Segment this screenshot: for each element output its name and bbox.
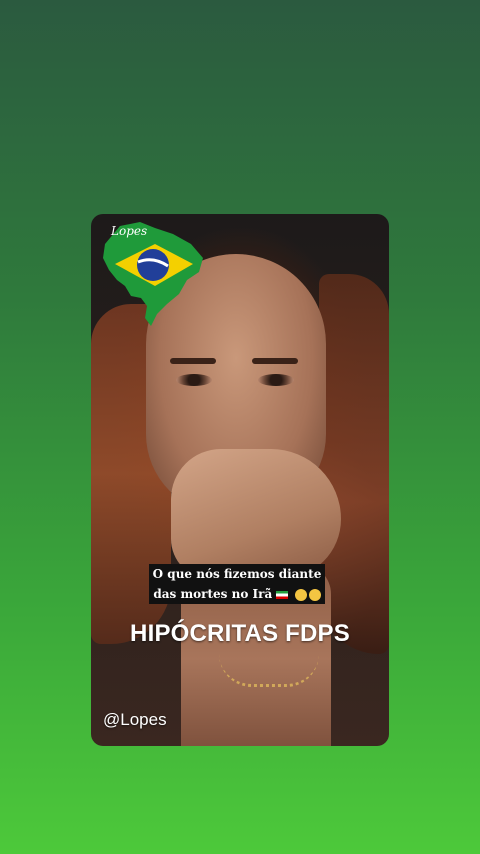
logo-text: Lopes: [111, 224, 148, 238]
worried-face-icon: [308, 588, 321, 601]
caption-line-1: O que nós fizemos diante: [148, 564, 326, 584]
hand-image: [171, 449, 341, 579]
eyebrow: [252, 358, 298, 364]
caption-line-2: das mortes no Irã: [149, 584, 325, 604]
eyebrow: [170, 358, 216, 364]
handle-text: @Lopes: [103, 710, 167, 729]
eye: [258, 374, 294, 386]
caption: O que nós fizemos diante das mortes no I…: [147, 564, 327, 604]
story-card[interactable]: Lopes O que nós fizemos diante das morte…: [91, 214, 389, 746]
headline-text: HIPÓCRITAS FDPS: [130, 620, 350, 647]
worried-face-icon: [294, 588, 307, 601]
eye: [176, 374, 212, 386]
caption-line-2-text: das mortes no Irã: [153, 587, 273, 601]
iran-flag-icon: [276, 590, 289, 599]
